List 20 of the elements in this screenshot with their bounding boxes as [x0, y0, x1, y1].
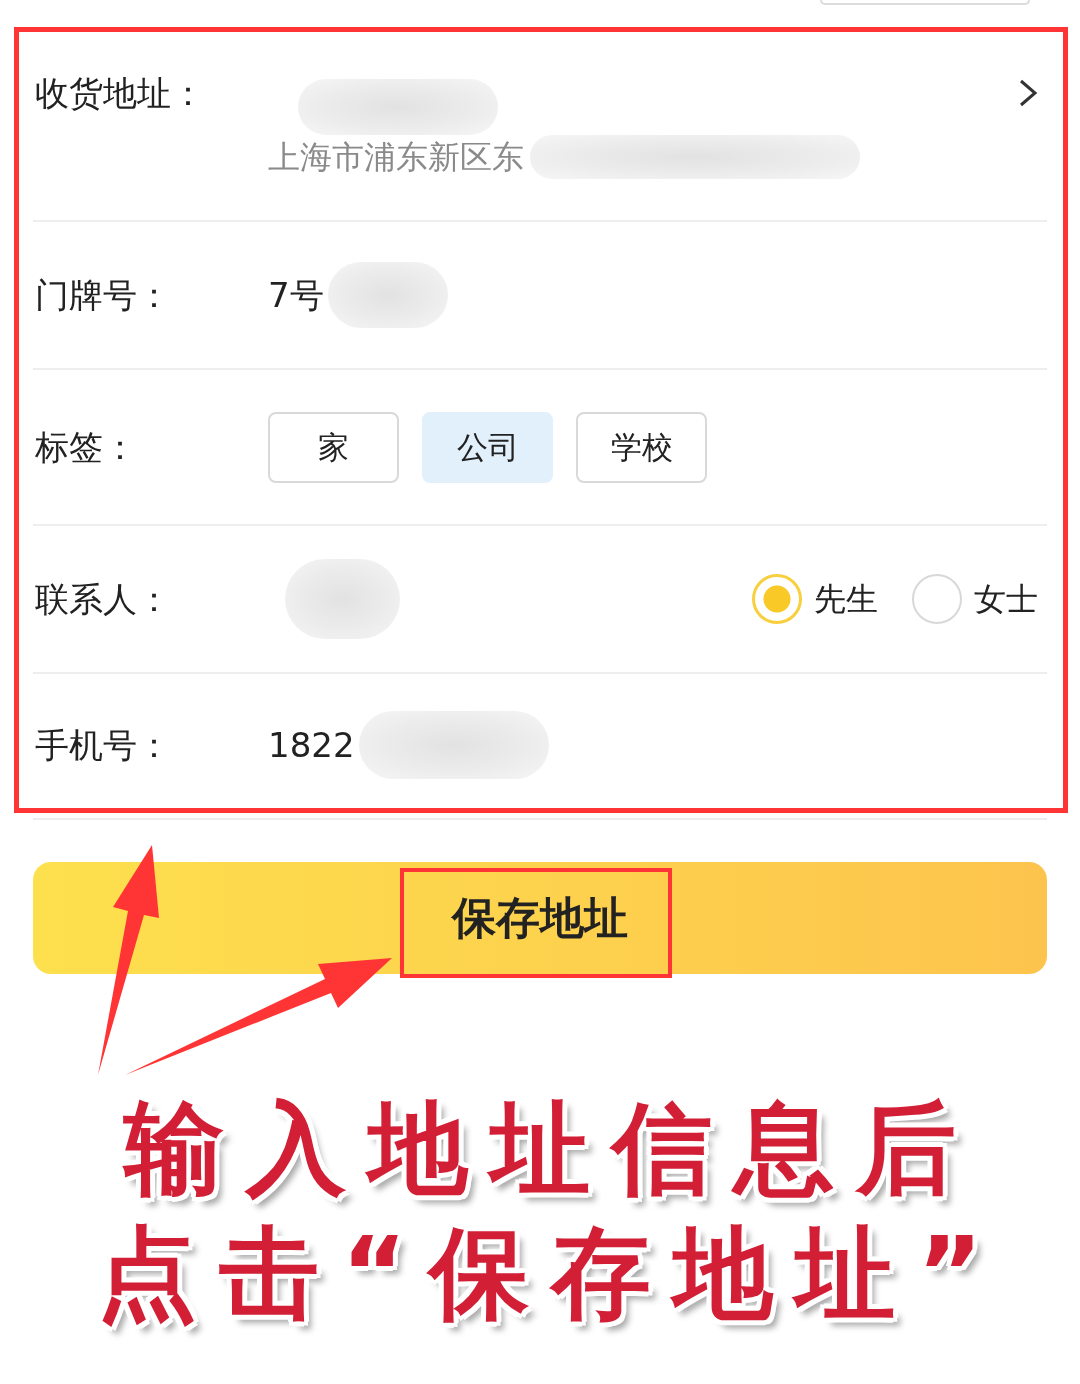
radio-label[interactable]: 先生: [814, 575, 878, 623]
radio-button[interactable]: [752, 574, 802, 624]
field-label: 联系人：: [35, 578, 172, 620]
save-button[interactable]: 保存地址: [33, 862, 1047, 974]
annotation-caption: 输入地址信息后: [121, 1089, 978, 1209]
field-label: 手机号：: [35, 724, 172, 766]
chevron-right-icon[interactable]: [1018, 79, 1038, 107]
input-field[interactable]: 1822: [268, 711, 549, 779]
annotation-caption: 点击“保存地址”: [96, 1214, 1005, 1334]
field-label: 门牌号：: [35, 274, 172, 316]
field-label: 收货地址：: [35, 72, 206, 114]
radio-label[interactable]: 女士: [974, 575, 1038, 623]
input-field[interactable]: 7号: [268, 262, 448, 328]
field-label: 标签：: [35, 426, 138, 468]
radio-button[interactable]: [912, 574, 962, 624]
tag-option[interactable]: 公司: [422, 411, 553, 483]
tag-option[interactable]: 学校: [576, 411, 707, 483]
cut-off-button[interactable]: [820, 0, 1030, 5]
address-detail: 上海市浦东新区东: [268, 137, 524, 178]
tag-option[interactable]: 家: [268, 411, 399, 483]
